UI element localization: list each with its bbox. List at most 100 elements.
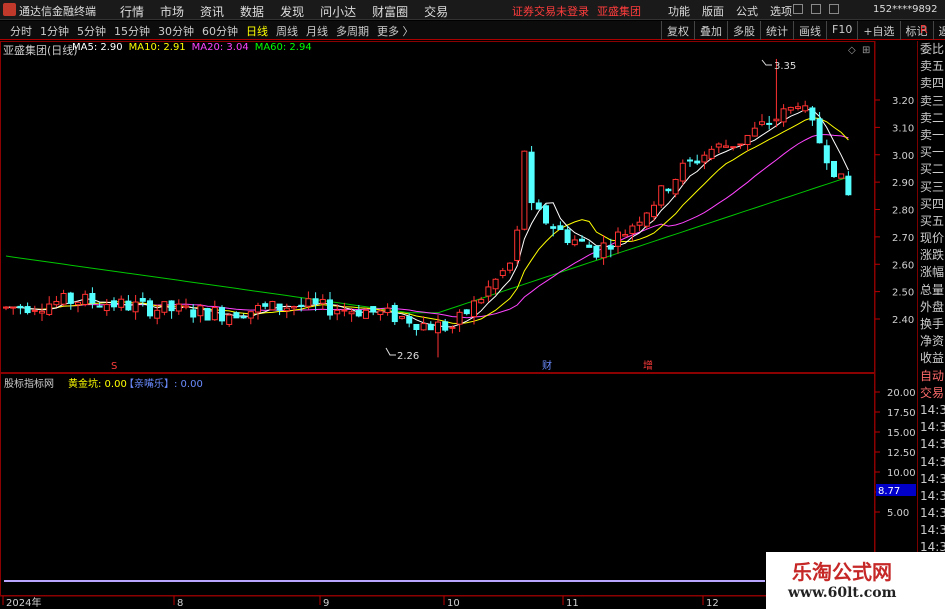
side-panel-item-28[interactable]: 14:3	[918, 522, 945, 539]
side-panel-item-18[interactable]: 收益	[918, 350, 945, 367]
time-label-2: 9	[323, 598, 329, 609]
candle-body-44	[319, 298, 326, 304]
candle-body-112	[809, 107, 816, 121]
time-label-1: 8	[177, 598, 183, 609]
ind-tick-label-6: 5.00	[887, 508, 909, 519]
side-panel-item-0[interactable]: 委比	[918, 41, 945, 58]
side-panel-item-16[interactable]: 换手	[918, 316, 945, 333]
candle-body-66	[478, 299, 485, 304]
price-tick-label-1: 2.50	[892, 288, 914, 299]
side-panel-item-4[interactable]: 卖二	[918, 110, 945, 127]
candle-body-114	[823, 145, 830, 164]
side-panel-item-11[interactable]: 现价	[918, 230, 945, 247]
side-panel-item-6[interactable]: 买一	[918, 144, 945, 161]
candle-body-81	[586, 244, 593, 248]
candle-body-75	[543, 205, 549, 224]
side-panel-item-7[interactable]: 买二	[918, 161, 945, 178]
side-panel-item-2[interactable]: 卖四	[918, 75, 945, 92]
candle-body-108	[780, 108, 787, 123]
candle-body-113	[816, 118, 823, 144]
watermark-text: 乐淘公式网	[792, 560, 892, 584]
side-panel-item-19[interactable]: 自动	[918, 368, 945, 385]
annotation-low: 2.26	[397, 351, 419, 362]
toolbar-button-8[interactable]: 返回	[932, 21, 945, 40]
candle-body-45	[327, 299, 333, 316]
price-tick-label-4: 2.80	[892, 206, 914, 217]
candle-body-82	[593, 245, 600, 258]
side-panel-item-9[interactable]: 买四	[918, 196, 945, 213]
candle-body-115	[831, 160, 837, 178]
candle-body-102	[737, 143, 744, 146]
candle-body-80	[579, 238, 585, 242]
side-panel-item-13[interactable]: 涨幅	[918, 264, 945, 281]
ma-legend-item-0: MA5: 2.90	[72, 42, 123, 53]
side-panel-item-15[interactable]: 外盘	[918, 299, 945, 316]
candle-body-76	[550, 226, 557, 229]
kline-chart[interactable]: 2.40 2.50 2.60 2.70 2.80 2.90 3.00 3.10 3.20 20.0…	[0, 0, 917, 609]
candle-body-58	[420, 323, 427, 331]
candle-body-69	[499, 270, 506, 276]
candle-body-14	[103, 304, 110, 312]
ma-legend-item-1: MA10: 2.91	[128, 42, 186, 53]
price-tick-label-5: 2.90	[892, 178, 914, 189]
side-marker[interactable]: R	[920, 23, 928, 36]
side-panel-item-26[interactable]: 14:3	[918, 488, 945, 505]
candle-body-43	[312, 298, 319, 305]
candle-body-54	[391, 304, 398, 323]
candle-body-79	[571, 239, 578, 246]
side-panel-item-14[interactable]: 总量	[918, 282, 945, 299]
side-panel-item-10[interactable]: 买五	[918, 213, 945, 230]
candle-body-71	[514, 229, 521, 261]
indicator-name: 股标指标网	[4, 379, 54, 390]
candle-body-53	[384, 307, 391, 314]
candle-body-109	[787, 106, 794, 111]
candle-body-26	[190, 309, 197, 318]
side-panel-item-23[interactable]: 14:3	[918, 436, 945, 453]
candle-body-97	[701, 154, 708, 163]
candle-body-99	[715, 143, 722, 148]
candle-body-37	[269, 301, 276, 311]
low-pointer	[385, 347, 396, 356]
ind-current-label: 8.77	[878, 486, 900, 497]
candle-body-16	[118, 298, 125, 308]
candle-body-85	[615, 231, 621, 247]
side-panel-item-8[interactable]: 买三	[918, 179, 945, 196]
price-tick-label-2: 2.60	[892, 260, 914, 271]
candle-body-11	[82, 293, 89, 305]
candle-body-92	[665, 188, 672, 192]
side-panel-item-21[interactable]: 14:3	[918, 402, 945, 419]
side-panel-item-12[interactable]: 涨跌	[918, 247, 945, 264]
side-panel-item-27[interactable]: 14:3	[918, 505, 945, 522]
candle-body-47	[341, 309, 348, 312]
ma-legend-item-3: MA60: 2.94	[254, 42, 312, 53]
side-panel-item-20[interactable]: 交易	[918, 385, 945, 402]
stock-name: 亚盛集团(日线)	[3, 44, 78, 57]
ma10-line	[6, 117, 849, 325]
candle-body-52	[377, 310, 384, 316]
side-panel-item-1[interactable]: 卖五	[918, 58, 945, 75]
candle-body-5	[39, 310, 45, 314]
price-tick-label-7: 3.10	[892, 123, 914, 134]
side-panel-item-25[interactable]: 14:3	[918, 471, 945, 488]
candle-body-107	[773, 118, 780, 122]
candle-body-60	[435, 321, 441, 334]
time-label-0: 2024年	[6, 596, 41, 609]
candle-body-55	[399, 316, 405, 319]
candle-body-98	[708, 148, 715, 159]
side-panel-item-5[interactable]: 卖一	[918, 127, 945, 144]
candle-body-56	[406, 316, 413, 324]
candle-body-105	[759, 121, 765, 125]
candle-body-15	[111, 300, 117, 308]
candle-body-41	[298, 304, 305, 307]
candle-body-100	[723, 145, 729, 148]
candle-body-111	[802, 105, 809, 112]
side-panel-item-22[interactable]: 14:3	[918, 419, 945, 436]
candle-body-68	[492, 278, 499, 290]
candle-body-59	[427, 323, 434, 331]
candle-body-46	[334, 309, 341, 315]
side-panel-item-17[interactable]: 净资	[918, 333, 945, 350]
side-panel-item-3[interactable]: 卖三	[918, 93, 945, 110]
side-panel-item-24[interactable]: 14:3	[918, 454, 945, 471]
candle-body-22	[161, 301, 168, 313]
candle-body-116	[838, 173, 845, 179]
